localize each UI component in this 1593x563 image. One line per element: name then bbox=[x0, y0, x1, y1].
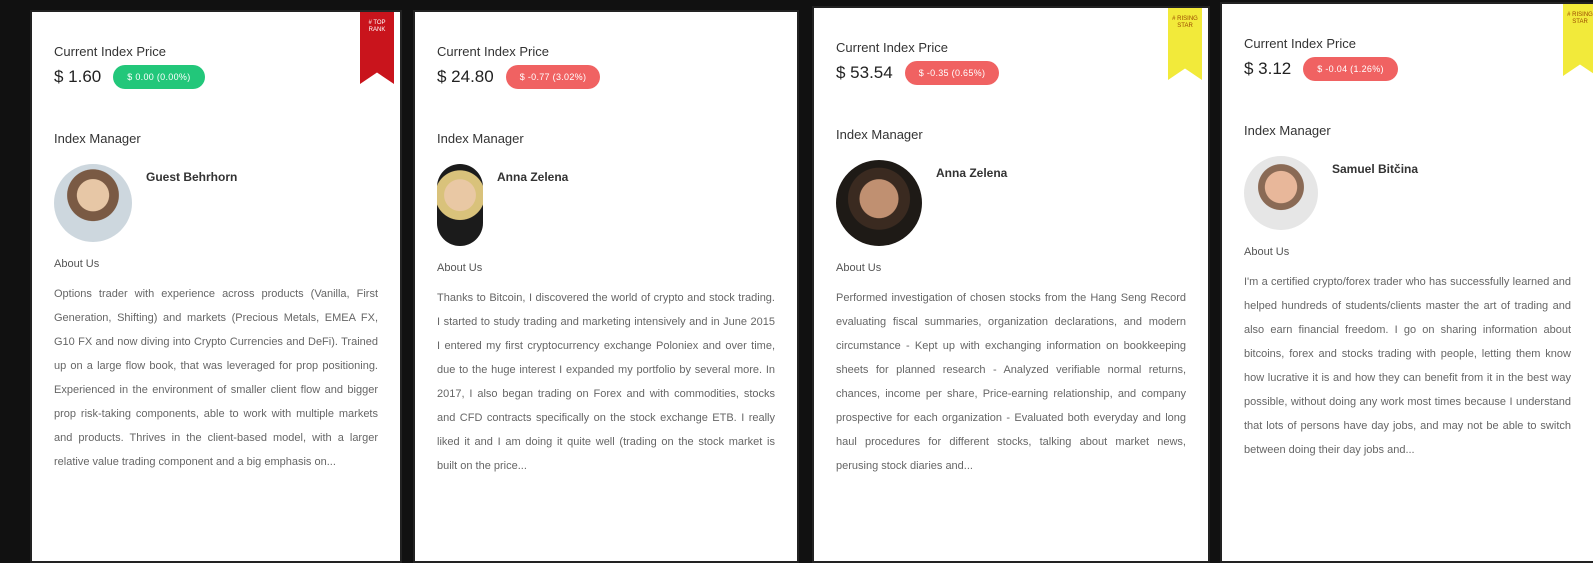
about-label: About Us bbox=[1244, 246, 1290, 258]
price-row: $ 53.54 $ -0.35 (0.65%) bbox=[836, 61, 1186, 85]
about-text: Performed investigation of chosen stocks… bbox=[836, 292, 1186, 472]
manager-name[interactable]: Anna Zelena bbox=[936, 166, 1007, 180]
price-row: $ 1.60 $ 0.00 (0.00%) bbox=[54, 65, 378, 89]
manager: Samuel Bitčina bbox=[1244, 156, 1571, 230]
index-card[interactable]: # RISING STAR Current Index Price $ 3.12… bbox=[1220, 2, 1593, 563]
about-label: About Us bbox=[437, 262, 483, 274]
manager-label: Index Manager bbox=[54, 131, 141, 146]
manager: Anna Zelena bbox=[836, 160, 1186, 246]
rising-star-ribbon: # RISING STAR bbox=[1563, 4, 1593, 76]
price-label: Current Index Price bbox=[836, 40, 948, 55]
manager-label: Index Manager bbox=[1244, 123, 1331, 138]
about-label: About Us bbox=[54, 258, 100, 270]
current-price: $ 1.60 bbox=[54, 67, 102, 86]
price-change-badge: $ -0.35 (0.65%) bbox=[904, 61, 1000, 85]
index-card[interactable]: Current Index Price $ 24.80 $ -0.77 (3.0… bbox=[413, 10, 799, 563]
price-change-badge: $ 0.00 (0.00%) bbox=[113, 65, 205, 89]
manager-avatar[interactable] bbox=[836, 160, 922, 246]
manager: Guest Behrhorn bbox=[54, 164, 378, 242]
manager: Anna Zelena bbox=[437, 164, 775, 246]
about-text: Options trader with experience across pr… bbox=[54, 288, 378, 468]
price-change-badge: $ -0.77 (3.02%) bbox=[505, 65, 601, 89]
manager-avatar[interactable] bbox=[54, 164, 132, 242]
current-price: $ 24.80 bbox=[437, 67, 494, 86]
index-card[interactable]: # RISING STAR Current Index Price $ 53.5… bbox=[812, 6, 1210, 563]
manager-avatar[interactable] bbox=[1244, 156, 1318, 230]
price-row: $ 3.12 $ -0.04 (1.26%) bbox=[1244, 57, 1571, 81]
about-text: Thanks to Bitcoin, I discovered the worl… bbox=[437, 292, 775, 472]
current-price: $ 3.12 bbox=[1244, 59, 1292, 78]
manager-label: Index Manager bbox=[437, 131, 524, 146]
about-text: I'm a certified crypto/forex trader who … bbox=[1244, 276, 1571, 456]
price-label: Current Index Price bbox=[437, 44, 549, 59]
manager-label: Index Manager bbox=[836, 127, 923, 142]
index-card-row: # TOP RANK Current Index Price $ 1.60 $ … bbox=[0, 0, 1593, 563]
price-label: Current Index Price bbox=[1244, 36, 1356, 51]
price-label: Current Index Price bbox=[54, 44, 166, 59]
about-label: About Us bbox=[836, 262, 882, 274]
manager-name[interactable]: Anna Zelena bbox=[497, 170, 568, 184]
manager-name[interactable]: Samuel Bitčina bbox=[1332, 162, 1418, 176]
price-change-badge: $ -0.04 (1.26%) bbox=[1303, 57, 1398, 81]
manager-name[interactable]: Guest Behrhorn bbox=[146, 170, 237, 184]
manager-avatar[interactable] bbox=[437, 164, 483, 246]
price-row: $ 24.80 $ -0.77 (3.02%) bbox=[437, 65, 775, 89]
index-card[interactable]: # TOP RANK Current Index Price $ 1.60 $ … bbox=[30, 10, 402, 563]
current-price: $ 53.54 bbox=[836, 63, 893, 82]
